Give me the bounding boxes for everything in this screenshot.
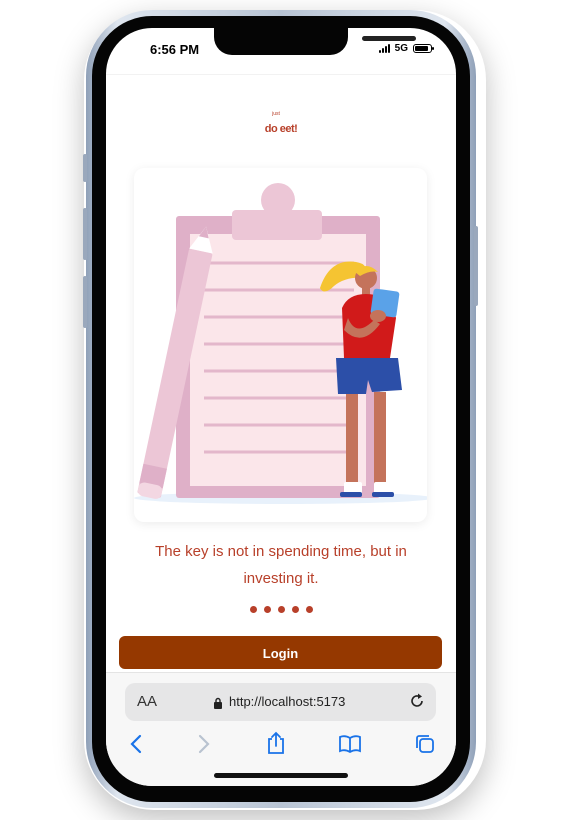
- forward-icon[interactable]: [196, 733, 212, 755]
- header-divider: [106, 74, 456, 75]
- logo-small-text: just: [272, 111, 280, 117]
- carousel-dot[interactable]: [263, 606, 271, 613]
- carousel-dot[interactable]: [291, 606, 299, 613]
- clipboard-illustration: [134, 183, 427, 504]
- status-time: 6:56 PM: [150, 42, 200, 57]
- volume-down-button: [83, 276, 87, 328]
- text-size-button[interactable]: AA: [137, 693, 157, 710]
- app-logo: just do eet!: [106, 112, 456, 136]
- mute-switch: [83, 154, 87, 182]
- network-label: 5G: [394, 43, 408, 54]
- volume-up-button: [83, 208, 87, 260]
- speaker: [362, 36, 416, 41]
- login-button[interactable]: Login: [119, 636, 442, 669]
- share-icon[interactable]: [266, 731, 286, 755]
- carousel-dot[interactable]: [305, 606, 313, 613]
- bookmarks-icon[interactable]: [338, 734, 362, 754]
- power-button: [474, 226, 478, 306]
- tabs-icon[interactable]: [414, 733, 436, 755]
- carousel-dot[interactable]: [277, 606, 285, 613]
- url-text[interactable]: http://localhost:5173: [229, 694, 345, 709]
- address-bar[interactable]: AA http://localhost:5173: [125, 683, 436, 721]
- home-indicator[interactable]: [214, 773, 348, 778]
- quote-text: The key is not in spending time, but in …: [155, 543, 407, 587]
- browser-bar: AA http://localhost:5173: [106, 672, 456, 786]
- notch: [214, 28, 416, 55]
- signal-icon: [378, 44, 390, 53]
- reload-icon[interactable]: [408, 692, 426, 710]
- status-icons: 5G: [378, 43, 434, 54]
- back-icon[interactable]: [128, 733, 144, 755]
- phone-screen: 6:56 PM 5G just do eet! The key is not i…: [106, 28, 456, 786]
- lock-icon: [214, 697, 222, 709]
- logo-main-text: do eet!: [264, 123, 298, 135]
- illustration-card: [134, 168, 427, 522]
- battery-icon: [413, 44, 434, 53]
- carousel-dots: [106, 606, 456, 613]
- carousel-dot[interactable]: [249, 606, 257, 613]
